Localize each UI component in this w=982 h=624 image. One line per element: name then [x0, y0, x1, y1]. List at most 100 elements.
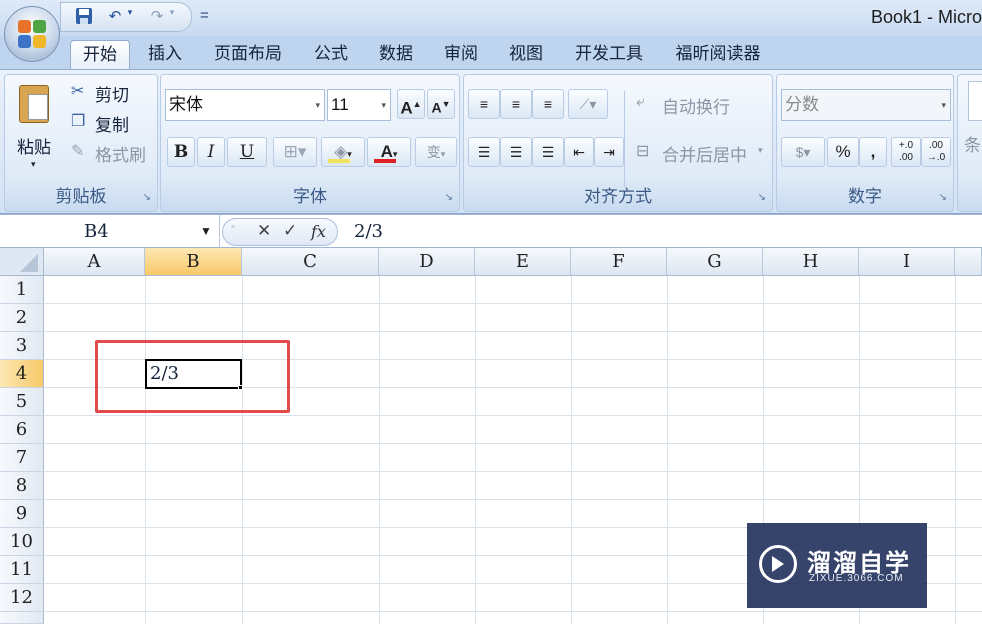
- customize-qat-icon[interactable]: =: [200, 7, 209, 24]
- font-color-button[interactable]: A▾: [367, 137, 411, 167]
- row-header-8[interactable]: 8: [0, 472, 44, 500]
- formula-input[interactable]: 2/3: [354, 215, 383, 248]
- merge-dropdown-icon[interactable]: ▾: [758, 145, 763, 156]
- row-header-10[interactable]: 10: [0, 528, 44, 556]
- tab-view[interactable]: 视图: [498, 40, 554, 70]
- fill-color-button[interactable]: ◈▾: [321, 137, 365, 167]
- paste-button[interactable]: 粘贴 ▾: [13, 81, 57, 181]
- cancel-icon[interactable]: ✕: [257, 221, 271, 241]
- row-header-11[interactable]: 11: [0, 556, 44, 584]
- insert-function-icon[interactable]: fx: [311, 222, 326, 241]
- paste-icon: [19, 85, 49, 123]
- tab-foxit-reader[interactable]: 福昕阅读器: [664, 40, 772, 70]
- tab-page-layout[interactable]: 页面布局: [204, 40, 292, 70]
- row-header-7[interactable]: 7: [0, 444, 44, 472]
- save-icon[interactable]: [73, 7, 95, 29]
- undo-icon[interactable]: ↶: [105, 7, 125, 29]
- font-name-dropdown-icon[interactable]: ▾: [315, 90, 320, 120]
- format-painter-button[interactable]: 格式刷: [95, 141, 146, 166]
- office-button[interactable]: [4, 6, 60, 62]
- align-right-button[interactable]: ☰: [532, 137, 564, 167]
- font-size-dropdown-icon[interactable]: ▾: [381, 90, 386, 120]
- tab-formulas[interactable]: 公式: [304, 40, 358, 70]
- font-launcher-icon[interactable]: ↘: [445, 192, 453, 203]
- decrease-indent-button[interactable]: ⇤: [564, 137, 594, 167]
- increase-decimal-button[interactable]: +.0 .00: [891, 137, 921, 167]
- number-launcher-icon[interactable]: ↘: [939, 192, 947, 203]
- decrease-decimal-button[interactable]: .00 →.0: [921, 137, 951, 167]
- column-header-c[interactable]: C: [242, 248, 379, 276]
- redo-dropdown-icon[interactable]: ▾: [167, 7, 177, 29]
- number-format-value: 分数: [785, 95, 819, 114]
- undo-dropdown-icon[interactable]: ▾: [125, 7, 135, 29]
- accounting-format-button[interactable]: $▾: [781, 137, 825, 167]
- conditional-format-label[interactable]: 条: [964, 131, 981, 156]
- copy-button[interactable]: 复制: [95, 111, 129, 136]
- wrap-text-button[interactable]: 自动换行: [662, 93, 730, 118]
- column-header-e[interactable]: E: [475, 248, 571, 276]
- increase-indent-button[interactable]: ⇥: [594, 137, 624, 167]
- column-header-i[interactable]: I: [859, 248, 955, 276]
- align-top-button[interactable]: ≡: [468, 89, 500, 119]
- tab-review[interactable]: 审阅: [434, 40, 488, 70]
- row-header-5[interactable]: 5: [0, 388, 44, 416]
- bold-button[interactable]: B: [167, 137, 195, 167]
- tab-developer[interactable]: 开发工具: [564, 40, 654, 70]
- align-center-button[interactable]: ☰: [500, 137, 532, 167]
- column-header-f[interactable]: F: [571, 248, 667, 276]
- align-middle-button[interactable]: ≡: [500, 89, 532, 119]
- row-header-1[interactable]: 1: [0, 276, 44, 304]
- column-header-a[interactable]: A: [44, 248, 145, 276]
- shrink-font-button[interactable]: A▼: [427, 89, 455, 119]
- merge-center-icon[interactable]: ⊟: [636, 141, 649, 161]
- clipboard-launcher-icon[interactable]: ↘: [143, 192, 151, 203]
- tab-insert[interactable]: 插入: [138, 40, 192, 70]
- row-header-9[interactable]: 9: [0, 500, 44, 528]
- phonetic-guide-button[interactable]: 变▾: [415, 137, 457, 167]
- column-header-next[interactable]: [955, 248, 982, 276]
- align-left-button[interactable]: ☰: [468, 137, 500, 167]
- row-header-6[interactable]: 6: [0, 416, 44, 444]
- percent-button[interactable]: %: [827, 137, 859, 167]
- name-box-dropdown-icon[interactable]: ▼: [200, 215, 212, 248]
- conditional-format-icon[interactable]: [968, 81, 982, 121]
- column-header-d[interactable]: D: [379, 248, 475, 276]
- formula-bar-handle-icon[interactable]: ◦: [231, 221, 235, 233]
- grow-font-button[interactable]: A▲: [397, 89, 425, 119]
- name-box[interactable]: B4: [0, 215, 220, 248]
- paste-dropdown-icon[interactable]: ▾: [31, 159, 36, 170]
- wrap-text-icon[interactable]: ⤶: [636, 93, 645, 111]
- merge-center-button[interactable]: 合并后居中: [662, 141, 747, 166]
- column-header-h[interactable]: H: [763, 248, 859, 276]
- number-format-dropdown-icon[interactable]: ▾: [941, 90, 946, 120]
- copy-icon[interactable]: ❐: [71, 111, 85, 131]
- row-header-12[interactable]: 12: [0, 584, 44, 612]
- font-size-combo[interactable]: 11 ▾: [327, 89, 391, 121]
- formula-buttons: ◦ ✕ ✓ fx: [222, 218, 338, 246]
- format-painter-icon[interactable]: ✎: [71, 141, 84, 161]
- cut-button[interactable]: 剪切: [95, 81, 129, 106]
- redo-icon[interactable]: ↷: [147, 7, 167, 29]
- row-header-4[interactable]: 4: [0, 360, 44, 388]
- enter-icon[interactable]: ✓: [283, 221, 297, 241]
- align-bottom-button[interactable]: ≡: [532, 89, 564, 119]
- cut-icon[interactable]: ✂: [71, 81, 84, 101]
- orientation-button[interactable]: ⟋▾: [568, 89, 608, 119]
- tab-home[interactable]: 开始: [70, 40, 130, 70]
- row-header-3[interactable]: 3: [0, 332, 44, 360]
- gridline: [145, 276, 146, 624]
- font-name-combo[interactable]: 宋体 ▾: [165, 89, 325, 121]
- row-header-13[interactable]: [0, 612, 44, 624]
- alignment-launcher-icon[interactable]: ↘: [758, 192, 766, 203]
- italic-button[interactable]: I: [197, 137, 225, 167]
- borders-button[interactable]: ⊞▾: [273, 137, 317, 167]
- number-format-combo[interactable]: 分数 ▾: [781, 89, 951, 121]
- column-header-b[interactable]: B: [145, 248, 242, 276]
- underline-button[interactable]: U: [227, 137, 267, 167]
- paste-label: 粘贴: [17, 138, 51, 157]
- tab-data[interactable]: 数据: [368, 40, 424, 70]
- column-header-g[interactable]: G: [667, 248, 763, 276]
- gridline: [44, 611, 982, 612]
- comma-style-button[interactable]: ,: [859, 137, 887, 167]
- row-header-2[interactable]: 2: [0, 304, 44, 332]
